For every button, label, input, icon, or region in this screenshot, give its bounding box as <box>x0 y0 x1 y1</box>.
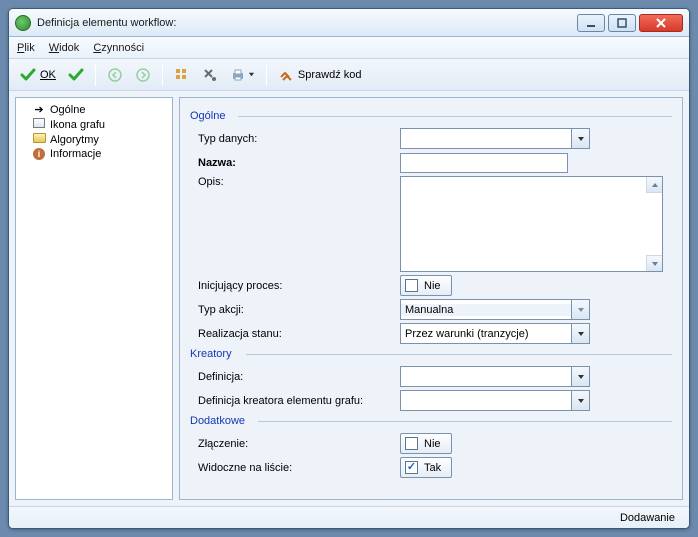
nav-back-button[interactable] <box>102 63 128 87</box>
tool-grid-button[interactable] <box>169 63 195 87</box>
apply-button[interactable] <box>63 63 89 87</box>
nav-tree[interactable]: ➔ Ogólne Ikona grafu Algorytmy i Informa… <box>15 97 173 500</box>
chevron-down-icon[interactable] <box>571 324 589 343</box>
label-widoczne: Widoczne na liście: <box>190 462 400 474</box>
menubar: Plik Widok Czynności <box>9 37 689 59</box>
checkbox-icon <box>405 279 418 292</box>
combo-typakcji[interactable]: Manualna <box>400 299 590 320</box>
tree-item-icon[interactable]: Ikona grafu <box>18 117 170 132</box>
combo-value: Przez warunki (tranzycje) <box>401 328 571 340</box>
label-typakcji: Typ akcji: <box>190 304 400 316</box>
scroll-down-icon[interactable] <box>646 255 662 271</box>
titlebar[interactable]: Definicja elementu workflow: <box>9 9 689 37</box>
chevron-down-icon[interactable] <box>571 391 589 410</box>
window: Definicja elementu workflow: Plik Widok … <box>8 8 690 529</box>
scroll-up-icon[interactable] <box>646 177 662 193</box>
tree-label: Ikona grafu <box>50 119 105 131</box>
label-opis: Opis: <box>190 176 400 188</box>
tree-item-info[interactable]: i Informacje <box>18 147 170 161</box>
tree-label: Algorytmy <box>50 134 99 146</box>
form-panel: Ogólne Typ danych: Nazwa: Opis: <box>179 97 683 500</box>
statusbar: Dodawanie <box>9 506 689 528</box>
check-label: Nie <box>424 438 441 450</box>
tree-item-algorithms[interactable]: Algorytmy <box>18 132 170 147</box>
label-definicja: Definicja: <box>190 371 400 383</box>
maximize-button[interactable] <box>608 14 636 32</box>
app-icon <box>15 15 31 31</box>
group-wizards: Kreatory <box>190 348 672 360</box>
textarea-opis[interactable] <box>400 176 663 272</box>
check-zlaczenie[interactable]: Nie <box>400 433 452 454</box>
label-nazwa: Nazwa: <box>190 157 400 169</box>
label-zlaczenie: Złączenie: <box>190 438 400 450</box>
check-widoczne[interactable]: Tak <box>400 457 452 478</box>
tree-item-general[interactable]: ➔ Ogólne <box>18 102 170 117</box>
label-realizacja: Realizacja stanu: <box>190 328 400 340</box>
tree-label: Informacje <box>50 148 101 160</box>
nav-fwd-button[interactable] <box>130 63 156 87</box>
ok-label: OK <box>40 69 56 81</box>
combo-realizacja[interactable]: Przez warunki (tranzycje) <box>400 323 590 344</box>
combo-definicja[interactable] <box>400 366 590 387</box>
label-def-kreatora: Definicja kreatora elementu grafu: <box>190 395 400 407</box>
tool-settings-button[interactable] <box>197 63 223 87</box>
menu-actions[interactable]: Czynności <box>93 42 144 54</box>
check-code-label: Sprawdź kod <box>298 69 362 81</box>
image-icon <box>32 118 46 131</box>
combo-typdanych[interactable] <box>400 128 590 149</box>
minimize-button[interactable] <box>577 14 605 32</box>
tree-label: Ogólne <box>50 104 85 116</box>
window-title: Definicja elementu workflow: <box>37 17 577 29</box>
checkbox-icon <box>405 437 418 450</box>
ok-button[interactable]: OK <box>15 63 61 87</box>
group-general: Ogólne <box>190 110 672 122</box>
menu-file[interactable]: Plik <box>17 42 35 54</box>
menu-view[interactable]: Widok <box>49 42 80 54</box>
check-label: Tak <box>424 462 441 474</box>
close-button[interactable] <box>639 14 683 32</box>
combo-value: Manualna <box>401 304 571 316</box>
group-extra: Dodatkowe <box>190 415 672 427</box>
check-code-button[interactable]: Sprawdź kod <box>273 63 367 87</box>
arrow-icon: ➔ <box>32 103 46 116</box>
checkbox-icon <box>405 461 418 474</box>
check-label: Nie <box>424 280 441 292</box>
status-text: Dodawanie <box>620 512 675 524</box>
combo-def-kreatora[interactable] <box>400 390 590 411</box>
info-icon: i <box>32 148 46 160</box>
chevron-down-icon[interactable] <box>571 300 589 319</box>
chevron-down-icon[interactable] <box>571 129 589 148</box>
label-typdanych: Typ danych: <box>190 133 400 145</box>
toolbar: OK Sprawdź kod <box>9 59 689 91</box>
tool-print-button[interactable] <box>225 63 260 87</box>
chevron-down-icon[interactable] <box>571 367 589 386</box>
input-nazwa[interactable] <box>400 153 568 173</box>
folder-icon <box>32 133 46 146</box>
check-inicjujacy[interactable]: Nie <box>400 275 452 296</box>
label-inicjujacy: Inicjujący proces: <box>190 280 400 292</box>
